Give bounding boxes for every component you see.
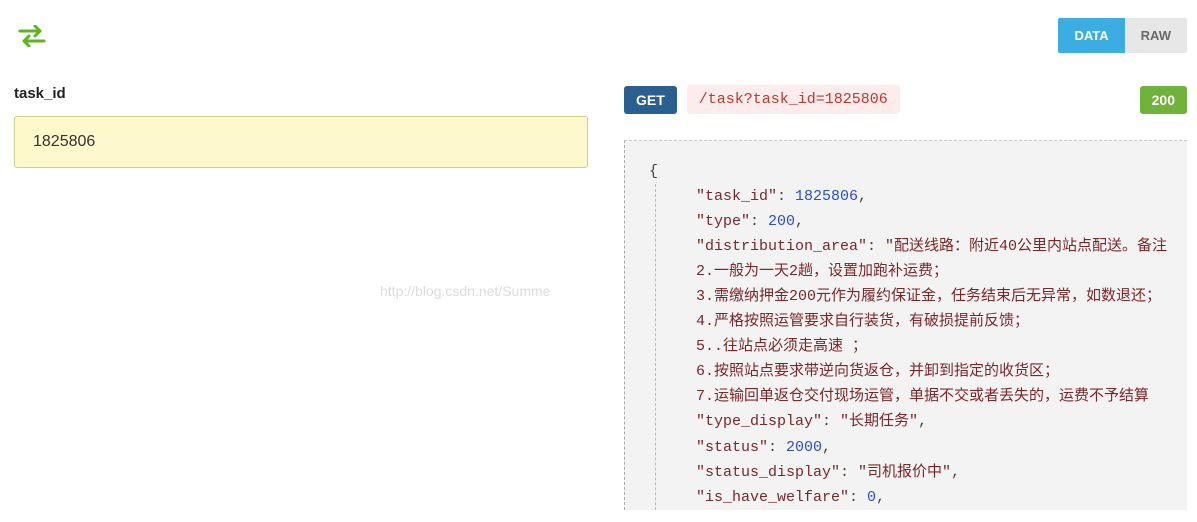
task-id-input[interactable] xyxy=(14,116,588,168)
json-type-display: "type_display": "长期任务", xyxy=(696,409,1187,434)
view-tabs: DATA RAW xyxy=(1058,18,1187,53)
json-distribution-area-l2: 2.一般为一天2趟，设置加跑补运费； xyxy=(696,259,1187,284)
http-status-badge: 200 xyxy=(1140,86,1187,114)
left-panel: task_id xyxy=(14,85,588,510)
json-task-id: "task_id": 1825806, xyxy=(696,184,1187,209)
swap-arrows-icon xyxy=(18,25,46,47)
json-distribution-area-l6: 6.按照站点要求带逆向货返仓，并卸到指定的收货区； xyxy=(696,359,1187,384)
request-url: /task?task_id=1825806 xyxy=(687,85,900,114)
json-distribution-area: "distribution_area": "配送线路：附近40公里内站点配送。备… xyxy=(696,234,1187,259)
json-response-panel[interactable]: { "task_id": 1825806, "type": 200, "dist… xyxy=(624,140,1187,510)
json-distribution-area-l5: 5..往站点必须走高速 ； xyxy=(696,334,1187,359)
json-open-brace: { xyxy=(643,159,1187,184)
json-distribution-area-l7: 7.运输回单返仓交付现场运管，单据不交或者丢失的，运费不予结算 xyxy=(696,384,1187,409)
json-distribution-area-l4: 4.严格按照运管要求自行装货，有破损提前反馈； xyxy=(696,309,1187,334)
tab-data[interactable]: DATA xyxy=(1058,18,1124,53)
request-line: GET /task?task_id=1825806 200 xyxy=(624,85,1187,114)
json-type: "type": 200, xyxy=(696,209,1187,234)
main-content: task_id GET /task?task_id=1825806 200 { … xyxy=(0,71,1197,510)
http-method-badge: GET xyxy=(624,86,677,114)
json-is-have-welfare: "is_have_welfare": 0, xyxy=(696,485,1187,510)
right-panel: GET /task?task_id=1825806 200 { "task_id… xyxy=(624,85,1187,510)
json-distribution-area-l3: 3.需缴纳押金200元作为履约保证金，任务结束后无异常，如数退还； xyxy=(696,284,1187,309)
json-status: "status": 2000, xyxy=(696,435,1187,460)
field-label-task-id: task_id xyxy=(14,85,588,102)
tab-raw[interactable]: RAW xyxy=(1125,18,1187,53)
json-status-display: "status_display": "司机报价中", xyxy=(696,460,1187,485)
topbar: DATA RAW xyxy=(0,0,1197,71)
